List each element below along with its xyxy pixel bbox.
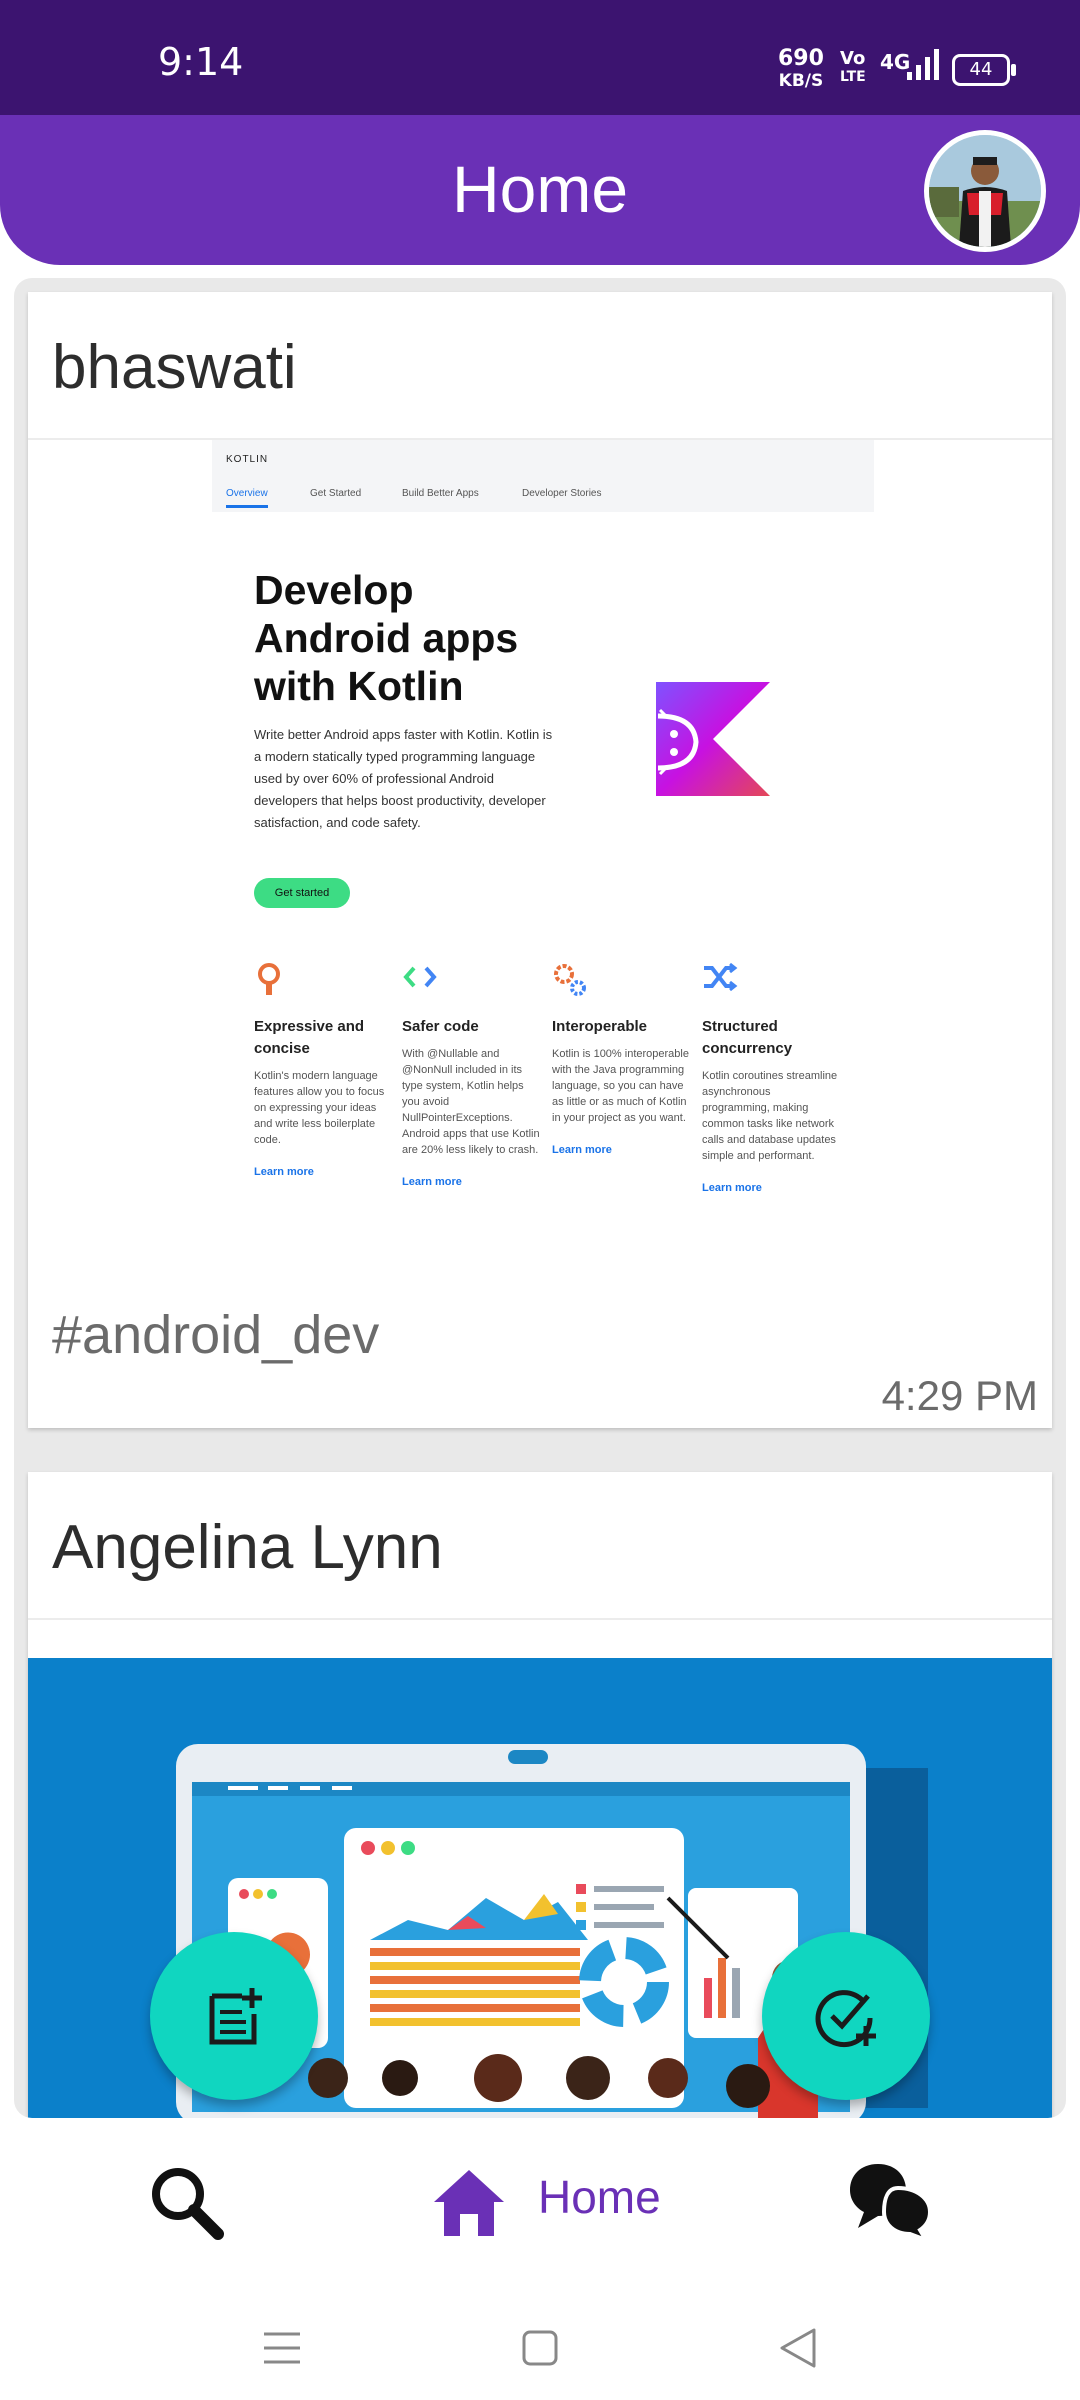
- post-header: Angelina Lynn: [28, 1472, 1052, 1620]
- kotlin-tab-developer-stories: Developer Stories: [522, 488, 602, 499]
- search-icon: [152, 2168, 224, 2240]
- menu-icon: [264, 2332, 300, 2364]
- post-image[interactable]: KOTLIN Overview Get Started Build Better…: [28, 440, 1052, 1276]
- avatar[interactable]: [924, 130, 1046, 252]
- kotlin-tab-get-started: Get Started: [310, 488, 362, 499]
- feature-title: Safer code: [402, 1018, 479, 1035]
- chat-icon: [850, 2164, 933, 2244]
- back-button[interactable]: [778, 2326, 818, 2374]
- feature-link: Learn more: [702, 1182, 762, 1194]
- headline-line-2: Android apps: [254, 615, 519, 661]
- shuffle-icon: [702, 962, 840, 1002]
- feature-title: Interoperable: [552, 1018, 648, 1035]
- post-time: 4:29 PM: [881, 1372, 1038, 1419]
- feature-link: Learn more: [552, 1144, 612, 1156]
- feature-expressive: Expressive and concise Kotlin's modern l…: [254, 962, 392, 1178]
- avatar-photo: [929, 135, 1041, 247]
- feature-text: With @Nullable and @NonNull included in …: [402, 1048, 540, 1156]
- feature-title: Structured concurrency: [702, 1018, 793, 1057]
- nav-home-label: Home: [538, 2171, 661, 2223]
- nav-search[interactable]: [146, 2162, 226, 2246]
- headline-line-1: Develop: [254, 567, 414, 613]
- post-feed[interactable]: bhaswati KOTLIN Overview Get Started Bui…: [14, 278, 1066, 2118]
- kotlin-description: Write better Android apps faster with Ko…: [254, 727, 553, 830]
- new-post-button[interactable]: [150, 1932, 318, 2100]
- add-task-button[interactable]: [762, 1932, 930, 2100]
- volte-top: Vo: [840, 48, 866, 69]
- feature-interoperable: Interoperable Kotlin is 100% interoperab…: [552, 962, 690, 1156]
- note-add-icon: [209, 1988, 262, 2045]
- post-author: Angelina Lynn: [52, 1513, 443, 1582]
- feature-title: Expressive and concise: [254, 1018, 365, 1057]
- feature-link: Learn more: [402, 1176, 462, 1188]
- volte-bottom: LTE: [840, 69, 866, 85]
- status-time: 9:14: [158, 40, 244, 84]
- kotlin-brand: KOTLIN: [226, 454, 269, 465]
- status-bar: 9:14 690 KB/S Vo LTE 4G 44: [0, 0, 1080, 115]
- feature-text: Kotlin is 100% interoperable with the Ja…: [552, 1048, 689, 1124]
- recent-apps-button[interactable]: [262, 2328, 302, 2372]
- post-footer: #android_dev 4:29 PM: [28, 1276, 1052, 1428]
- bottom-navigation: Home: [0, 2118, 1080, 2288]
- kotlin-tab-build-better-apps: Build Better Apps: [402, 488, 479, 499]
- kotlin-tab-overview: Overview: [226, 488, 268, 508]
- volte-indicator: Vo LTE: [840, 50, 866, 86]
- page-title: Home: [451, 152, 629, 226]
- post-header: bhaswati: [28, 292, 1052, 440]
- post-card[interactable]: bhaswati KOTLIN Overview Get Started Bui…: [28, 292, 1052, 1428]
- lightbulb-icon: [254, 962, 392, 1002]
- battery-icon: 44: [952, 54, 1016, 86]
- kotlin-logo-icon: [656, 682, 770, 796]
- app-bar: Home: [0, 115, 1080, 265]
- add-task-icon: [815, 1990, 876, 2048]
- network-speed-unit: KB/S: [778, 71, 824, 91]
- feature-safer-code: Safer code With @Nullable and @NonNull i…: [402, 962, 540, 1188]
- home-icon: [434, 2170, 504, 2236]
- kotlin-headline: Develop Android apps with Kotlin: [254, 566, 518, 710]
- headline-line-3: with Kotlin: [254, 663, 464, 709]
- home-system-button[interactable]: [520, 2328, 560, 2372]
- feature-structured-concurrency: Structured concurrency Kotlin coroutines…: [702, 962, 840, 1194]
- kotlin-get-started-button: Get started: [254, 878, 350, 908]
- signal-icon: [907, 49, 939, 80]
- square-icon: [522, 2330, 558, 2366]
- post-tag[interactable]: #android_dev: [52, 1304, 379, 1366]
- system-navigation: [0, 2288, 1080, 2400]
- code-brackets-icon: [402, 962, 540, 1002]
- network-speed: 690 KB/S: [778, 48, 824, 92]
- nav-chat[interactable]: [848, 2158, 934, 2246]
- kotlin-site-nav: KOTLIN Overview Get Started Build Better…: [212, 440, 874, 512]
- battery-level: 44: [969, 59, 993, 80]
- gears-icon: [552, 962, 690, 1002]
- network-speed-value: 690: [778, 46, 824, 71]
- post-author: bhaswati: [52, 333, 297, 402]
- feature-link: Learn more: [254, 1166, 314, 1178]
- back-triangle-icon: [780, 2328, 816, 2368]
- feature-text: Kotlin's modern language features allow …: [254, 1070, 385, 1146]
- nav-home[interactable]: Home: [430, 2158, 670, 2248]
- feature-text: Kotlin coroutines streamline asynchronou…: [702, 1070, 838, 1162]
